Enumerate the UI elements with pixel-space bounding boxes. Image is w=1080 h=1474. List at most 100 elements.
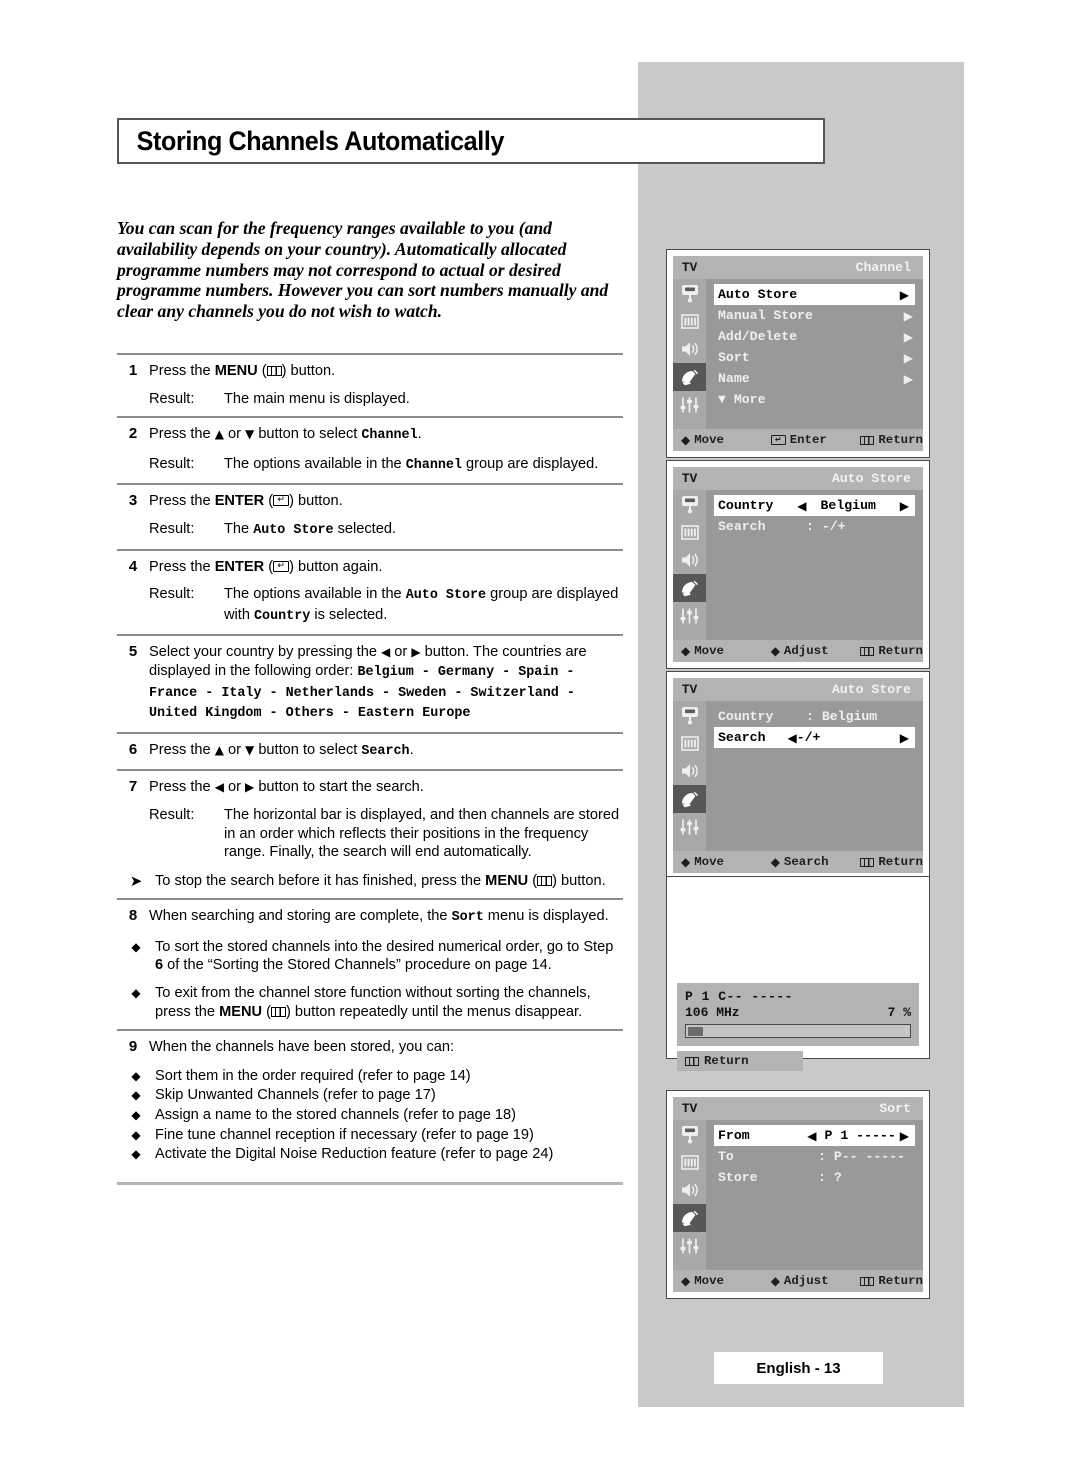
- satellite-dish-icon[interactable]: [673, 574, 706, 602]
- bullet-text: To exit from the channel store function …: [155, 984, 623, 1021]
- osd-row-sort[interactable]: Sort ▶: [706, 347, 923, 368]
- step-number: 5: [128, 643, 138, 661]
- updown-arrow-icon: ◆: [681, 644, 691, 658]
- screen-icon[interactable]: [673, 307, 706, 335]
- steps-list: 1 Press the MENU () button. Result: The …: [117, 353, 623, 1185]
- osd-icon-rail: [673, 279, 706, 429]
- screen-icon[interactable]: [673, 1148, 706, 1176]
- osd-sort-menu[interactable]: TV Sort From ◀ P 1 ----- ▶ To: P-- ----…: [666, 1090, 930, 1299]
- picture-icon[interactable]: [673, 701, 706, 729]
- osd-title: Channel: [706, 256, 923, 279]
- enter-keyword: ENTER: [214, 558, 265, 575]
- osd-row-country[interactable]: Country : Belgium: [706, 706, 923, 727]
- osd-channel-menu[interactable]: TV Channel Auto Store ▶ Manual Store ▶ A…: [666, 249, 930, 458]
- result-text-b: selected.: [333, 520, 397, 537]
- osd-header: TV Auto Store: [673, 467, 923, 490]
- up-arrow-icon: ▲: [214, 742, 224, 757]
- picture-icon[interactable]: [673, 279, 706, 307]
- diamond-bullet-icon: ◆: [131, 1088, 141, 1103]
- osd-row-search[interactable]: Search : -/+: [706, 516, 923, 537]
- right-arrow-icon[interactable]: ▶: [900, 1129, 909, 1143]
- bullet-text: Assign a name to the stored channels (re…: [155, 1107, 517, 1124]
- setup-sliders-icon[interactable]: [673, 391, 706, 419]
- chevron-right-icon: ▶: [903, 308, 913, 323]
- step-number: 3: [128, 492, 138, 510]
- step-text-a: When searching and storing are complete,…: [149, 908, 452, 925]
- chevron-right-icon: ▶: [903, 350, 913, 365]
- step-text-b: (: [257, 363, 267, 379]
- osd-row-label: Search: [718, 519, 766, 534]
- search-percent: 7 %: [887, 1005, 911, 1020]
- osd-row-name[interactable]: Name ▶: [706, 368, 923, 389]
- picture-icon[interactable]: [673, 490, 706, 518]
- osd-row-from[interactable]: From ◀ P 1 ----- ▶: [714, 1125, 915, 1146]
- step-8: 8 When searching and storing are complet…: [117, 900, 623, 1029]
- osd-row-to[interactable]: To : P-- -----: [706, 1146, 923, 1167]
- osd-row-label: Search: [718, 730, 766, 745]
- bullet-text: Fine tune channel reception if necessary…: [155, 1126, 534, 1143]
- footer-return-label: Return: [878, 644, 923, 658]
- footer-adjust-label: Adjust: [783, 644, 829, 658]
- footer-move-label: Move: [694, 1274, 724, 1288]
- osd-row-more[interactable]: ▼ More: [706, 389, 923, 410]
- menu-keyword: MENU: [485, 872, 529, 889]
- step-text-b: button to select: [254, 741, 362, 758]
- menu-button-icon: [537, 875, 553, 886]
- speaker-icon[interactable]: [673, 546, 706, 574]
- osd-auto-store-country-menu[interactable]: TV Auto Store Country ◀ Belgium ▶ Search…: [666, 460, 930, 669]
- step-text-b: menu is displayed.: [483, 908, 609, 925]
- down-arrow-icon: ▼: [245, 427, 255, 442]
- osd-row-auto-store[interactable]: Auto Store ▶: [714, 284, 915, 305]
- satellite-dish-icon[interactable]: [673, 363, 706, 391]
- setup-sliders-icon[interactable]: [673, 813, 706, 841]
- diamond-bullet-icon: ◆: [131, 1068, 141, 1083]
- speaker-icon[interactable]: [673, 335, 706, 363]
- result-text: The options available in the Auto Store …: [224, 585, 623, 626]
- result-text-a: The: [224, 520, 254, 537]
- step-text-b: button to start the search.: [254, 779, 424, 796]
- osd-row-add-delete[interactable]: Add/Delete ▶: [706, 326, 923, 347]
- speaker-icon[interactable]: [673, 1176, 706, 1204]
- leftright-arrow-icon: ◆: [770, 644, 780, 658]
- updown-arrow-icon: ◆: [681, 433, 691, 447]
- diamond-bullet-icon: ◆: [131, 1108, 141, 1123]
- osd-row-manual-store[interactable]: Manual Store ▶: [706, 305, 923, 326]
- left-arrow-icon[interactable]: ◀: [787, 731, 796, 745]
- search-progress-fill: [687, 1026, 703, 1036]
- step-text: Press the ENTER (↵) button again.: [149, 558, 623, 577]
- menu-button-icon: [271, 1006, 286, 1017]
- osd-row-country[interactable]: Country ◀ Belgium ▶: [714, 495, 915, 516]
- step-text-a: Select your country by pressing the: [149, 644, 381, 661]
- footer-adjust: ◆ Adjust: [771, 644, 861, 658]
- osd-row-store[interactable]: Store : ?: [706, 1167, 923, 1188]
- footer-enter: ↵ Enter: [770, 433, 861, 447]
- right-arrow-icon: ▶: [411, 645, 421, 660]
- screen-icon[interactable]: [673, 518, 706, 546]
- osd-row-label: To: [718, 1149, 734, 1164]
- chevron-right-icon: ▶: [903, 329, 913, 344]
- satellite-dish-icon[interactable]: [673, 785, 706, 813]
- conjunction: or: [223, 426, 246, 443]
- right-arrow-icon[interactable]: ▶: [900, 731, 909, 745]
- page-footer: English - 13: [714, 1352, 883, 1384]
- screen-icon[interactable]: [673, 729, 706, 757]
- osd-row-label: Auto Store: [718, 287, 798, 302]
- left-arrow-icon[interactable]: ◀: [797, 499, 806, 513]
- osd-row-search[interactable]: Search ◀ -/+ ▶: [714, 727, 915, 748]
- right-arrow-icon[interactable]: ▶: [900, 499, 909, 513]
- step-number: 7: [128, 778, 138, 796]
- left-arrow-icon[interactable]: ◀: [807, 1129, 816, 1143]
- step-text: Press the ▲ or ▼ button to select Search…: [149, 741, 623, 762]
- picture-icon[interactable]: [673, 1120, 706, 1148]
- osd-auto-store-search-menu[interactable]: TV Auto Store Country : Belgium Search ◀…: [666, 671, 930, 880]
- osd-option-list: Country ◀ Belgium ▶ Search : -/+: [706, 490, 923, 640]
- search-return-button[interactable]: Return: [677, 1051, 803, 1071]
- bullet-item: ◆ To sort the stored channels into the d…: [117, 938, 623, 975]
- setup-sliders-icon[interactable]: [673, 1232, 706, 1260]
- result-text: The main menu is displayed.: [224, 390, 410, 407]
- satellite-dish-icon[interactable]: [673, 1204, 706, 1232]
- speaker-icon[interactable]: [673, 757, 706, 785]
- left-arrow-icon: ◀: [381, 645, 391, 660]
- bullet-item: ◆ To exit from the channel store functio…: [117, 984, 623, 1021]
- setup-sliders-icon[interactable]: [673, 602, 706, 630]
